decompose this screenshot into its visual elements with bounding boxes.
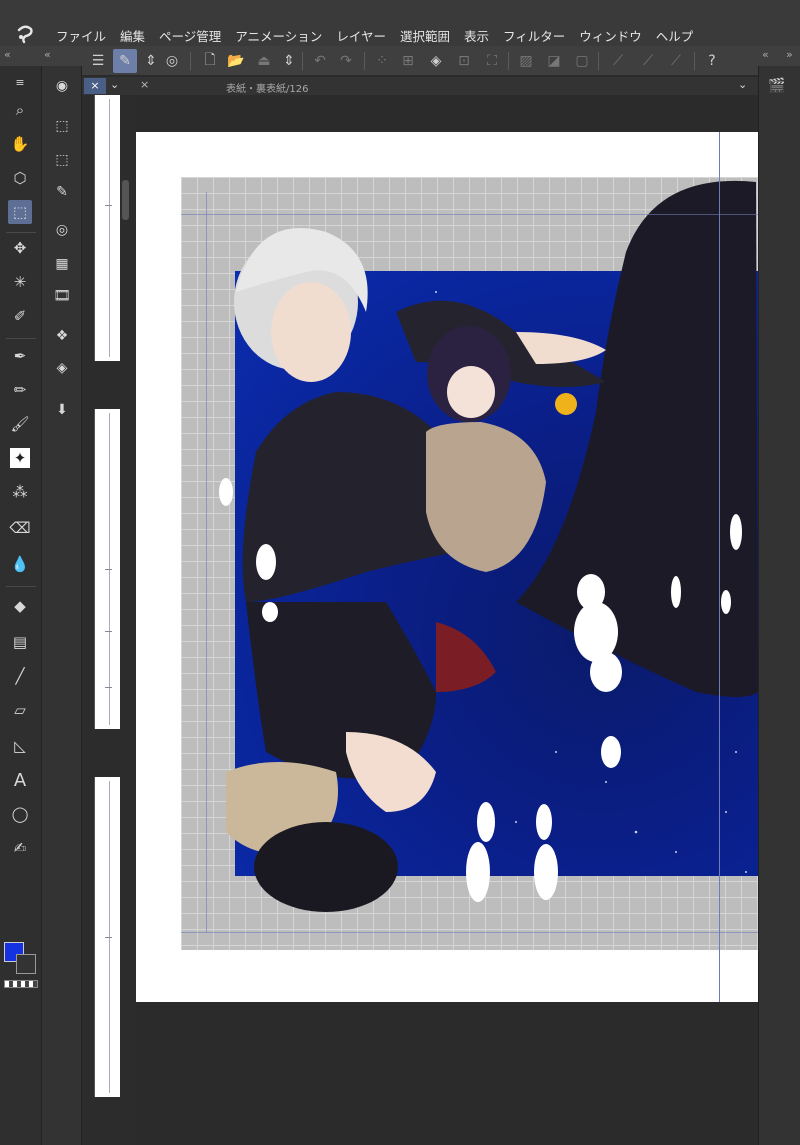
- page-thumbnail[interactable]: [94, 777, 120, 1097]
- swirl-icon[interactable]: ◎: [160, 49, 184, 73]
- menu-selection[interactable]: 選択範囲: [400, 26, 450, 45]
- hand-icon[interactable]: ✋: [8, 132, 32, 156]
- right-panel: [758, 66, 800, 1145]
- blend-icon[interactable]: 💧: [8, 552, 32, 576]
- grid-snap-icon[interactable]: ⟋: [664, 49, 688, 73]
- main-menu: ファイル 編集 ページ管理 アニメーション レイヤー 選択範囲 表示 フィルター…: [56, 26, 693, 45]
- tool-palette: ≡ ⌕ ✋ ⬡ ⬚ ✥ ✳ ✐ ✒ ✏ 🖌 ✦ ⁂ ⌫ 💧 ◆ ▤ ╱ ▱ ◺ …: [0, 66, 42, 1145]
- chevron-down-icon[interactable]: ⌄: [110, 78, 119, 91]
- scale-icon[interactable]: ⛶: [480, 49, 504, 73]
- layers-icon[interactable]: ◈: [50, 356, 74, 380]
- color-set-icon[interactable]: ▦: [50, 252, 74, 276]
- document-tab-bar: [82, 77, 758, 95]
- clear-selection-icon[interactable]: ⁘: [370, 49, 394, 73]
- menu-view[interactable]: 表示: [464, 26, 489, 45]
- line-icon[interactable]: ╱: [8, 664, 32, 688]
- brush-icon[interactable]: 🖌: [8, 412, 32, 436]
- menu-window[interactable]: ウィンドウ: [579, 26, 642, 45]
- transform-icon[interactable]: ⊡: [452, 49, 476, 73]
- collapse-left-icon[interactable]: «: [4, 48, 11, 61]
- menu-page[interactable]: ページ管理: [159, 26, 221, 45]
- guide-line: [206, 192, 207, 932]
- guide-line: [719, 132, 720, 1002]
- hamburger-menu-icon[interactable]: ☰: [86, 49, 110, 73]
- undo-icon[interactable]: ↶: [308, 49, 332, 73]
- frame-select-icon[interactable]: ▢: [570, 49, 594, 73]
- sub-palette: ◉ ⬚ ⬚ ✎ ◎ ▦ 🎞 ❖ ◈ ⬇: [42, 66, 82, 1145]
- transparent-color-swatch[interactable]: [4, 980, 38, 988]
- balloon-icon[interactable]: ◯: [8, 802, 32, 826]
- collapse-right-icon[interactable]: «: [762, 48, 769, 61]
- save-icon[interactable]: ⏏: [252, 49, 276, 73]
- command-bar: « « « » ☰ ✎ ⇕ ◎ 🗋 📂 ⏏ ⇕ ↶ ↷ ⁘ ⊞ ◈ ⊡ ⛶ ▨ …: [0, 46, 800, 76]
- hide-outside-icon[interactable]: ▨: [514, 49, 538, 73]
- pen-icon[interactable]: ✒: [8, 344, 32, 368]
- ruler-snap-icon[interactable]: ⟋: [606, 49, 630, 73]
- palette-menu-icon[interactable]: ≡: [8, 70, 32, 94]
- menu-layer[interactable]: レイヤー: [336, 26, 386, 45]
- menu-animation[interactable]: アニメーション: [235, 26, 322, 45]
- menu-bar: ファイル 編集 ページ管理 アニメーション レイヤー 選択範囲 表示 フィルター…: [0, 0, 800, 46]
- move-icon[interactable]: ✥: [8, 236, 32, 260]
- mask-icon[interactable]: ◪: [542, 49, 566, 73]
- background-color-swatch[interactable]: [16, 954, 36, 974]
- fill-bucket-icon[interactable]: ◈: [424, 49, 448, 73]
- fill-icon[interactable]: ◆: [8, 594, 32, 618]
- menu-edit[interactable]: 編集: [120, 26, 145, 45]
- menu-file[interactable]: ファイル: [56, 26, 106, 45]
- special-ruler-icon[interactable]: ⟋: [636, 49, 660, 73]
- canvas-paper[interactable]: [136, 132, 758, 1002]
- pencil-icon[interactable]: ✏: [8, 378, 32, 402]
- document-tab-title[interactable]: 表紙・裏表紙/126: [226, 80, 308, 95]
- airbrush-icon[interactable]: ⁂: [8, 480, 32, 504]
- brush-size-icon[interactable]: ✎: [50, 180, 74, 204]
- animation-icon[interactable]: 🎞: [50, 284, 74, 308]
- illustration: [219, 180, 758, 912]
- eyedropper-icon[interactable]: ✐: [8, 304, 32, 328]
- auto-select-icon[interactable]: ✳: [8, 270, 32, 294]
- navigator-icon[interactable]: ◉: [50, 74, 74, 98]
- ruler-icon[interactable]: ◺: [8, 734, 32, 758]
- page-thumbnail[interactable]: [94, 409, 120, 729]
- guide-line: [181, 214, 758, 215]
- gradient-icon[interactable]: ▤: [8, 630, 32, 654]
- collapse-sub-icon[interactable]: «: [44, 48, 51, 61]
- layer-search-icon[interactable]: ⬚: [50, 148, 74, 172]
- page-list: [82, 95, 136, 1145]
- page-thumbnail[interactable]: [94, 95, 120, 361]
- zoom-icon[interactable]: ⌕: [8, 98, 32, 122]
- page-list-scrollbar[interactable]: [122, 180, 129, 220]
- crop-icon[interactable]: ⊞: [396, 49, 420, 73]
- arrange-icon[interactable]: ⇕: [277, 49, 301, 73]
- app-logo-icon[interactable]: [14, 24, 36, 44]
- animation-cels-icon[interactable]: 🎬: [768, 78, 785, 94]
- guide-line: [181, 932, 758, 933]
- help-icon[interactable]: ?: [700, 49, 724, 73]
- text-icon[interactable]: A: [8, 768, 32, 792]
- frame-icon[interactable]: ▱: [8, 698, 32, 722]
- edit-mode-icon[interactable]: ✎: [113, 49, 137, 73]
- menu-help[interactable]: ヘルプ: [656, 26, 694, 45]
- color-circle-icon[interactable]: ◎: [50, 218, 74, 242]
- open-folder-icon[interactable]: 📂: [224, 49, 248, 73]
- correct-line-icon[interactable]: ✍: [8, 836, 32, 860]
- tab-menu-icon[interactable]: ⌄: [738, 78, 747, 91]
- canvas-workspace[interactable]: [136, 95, 758, 1145]
- menu-filter[interactable]: フィルター: [503, 26, 565, 45]
- close-pages-icon[interactable]: ×: [84, 78, 106, 94]
- decoration-icon[interactable]: ✦: [10, 448, 30, 468]
- material-icon[interactable]: ❖: [50, 324, 74, 348]
- new-file-icon[interactable]: 🗋: [198, 49, 222, 73]
- close-tab-icon[interactable]: ×: [140, 78, 149, 91]
- expand-right-icon[interactable]: »: [786, 48, 793, 61]
- selection-icon[interactable]: ⬚: [8, 200, 32, 224]
- layer-property-icon[interactable]: ⬚: [50, 114, 74, 138]
- object-icon[interactable]: ⬡: [8, 166, 32, 190]
- eraser-icon[interactable]: ⌫: [8, 516, 32, 540]
- import-icon[interactable]: ⬇: [50, 398, 74, 422]
- redo-icon[interactable]: ↷: [334, 49, 358, 73]
